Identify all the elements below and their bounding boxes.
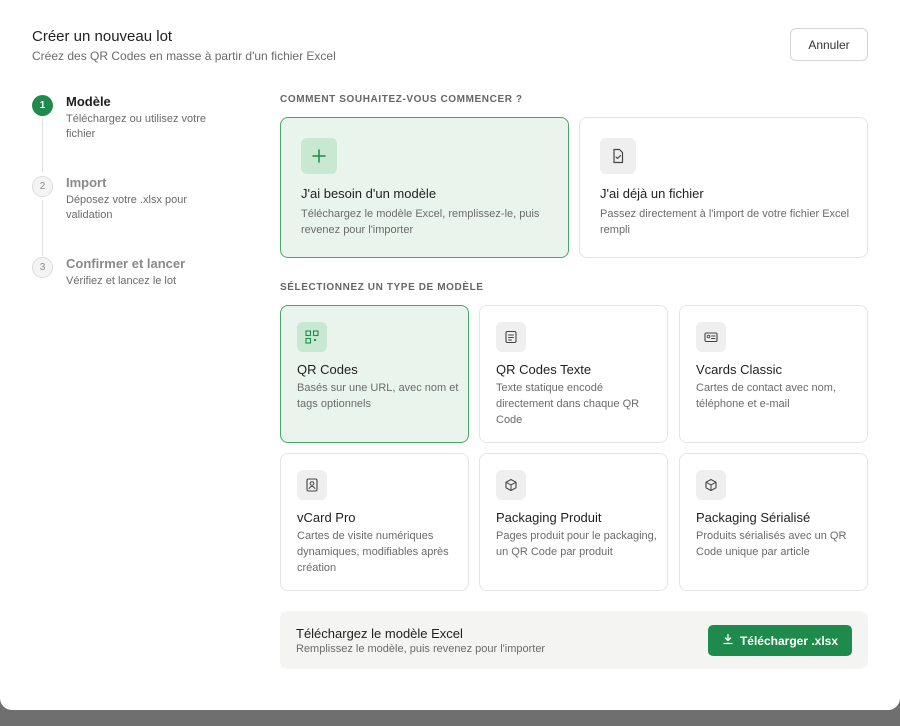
modal-subtitle: Créez des QR Codes en masse à partir d'u…	[32, 49, 336, 63]
download-template-panel: Téléchargez le modèle Excel Remplissez l…	[280, 611, 868, 669]
download-xlsx-button[interactable]: Télécharger .xlsx	[708, 625, 852, 656]
option-title: J'ai déjà un fichier	[600, 186, 704, 201]
download-subtitle: Remplissez le modèle, puis revenez pour …	[296, 643, 546, 655]
step-description: Déposez votre .xlsx pour validation	[66, 194, 188, 221]
type-vcard-pro[interactable]: vCard Pro Cartes de visite numériques dy…	[280, 453, 469, 591]
option-have-file[interactable]: J'ai déjà un fichier Passez directement …	[579, 117, 868, 258]
type-title: QR Codes	[297, 362, 358, 377]
type-qr-codes[interactable]: QR Codes Basés sur une URL, avec nom et …	[280, 305, 469, 443]
step-confirm[interactable]: 3 Confirmer et lancer Vérifiez et lancez…	[32, 256, 236, 289]
step-title: Modèle	[66, 94, 111, 109]
step-model[interactable]: 1 Modèle Téléchargez ou utilisez votre f…	[32, 94, 236, 142]
file-check-icon	[600, 138, 636, 174]
modal-title: Créer un nouveau lot	[32, 28, 173, 45]
cancel-button[interactable]: Annuler	[790, 28, 868, 61]
step-title: Import	[66, 175, 107, 190]
user-badge-icon	[297, 470, 327, 500]
step-import[interactable]: 2 Import Déposez votre .xlsx pour valida…	[32, 175, 236, 223]
plus-icon	[301, 138, 337, 174]
download-button-label: Télécharger .xlsx	[739, 633, 839, 648]
download-title: Téléchargez le modèle Excel	[296, 626, 463, 641]
type-title: vCard Pro	[297, 510, 356, 525]
start-section-label: COMMENT SOUHAITEZ-VOUS COMMENCER ?	[280, 94, 523, 105]
type-vcards-classic[interactable]: Vcards Classic Cartes de contact avec no…	[679, 305, 868, 443]
step-description: Téléchargez ou utilisez votre fichier	[66, 113, 207, 140]
option-description: Téléchargez le modèle Excel, remplissez-…	[301, 208, 540, 236]
download-icon	[722, 633, 734, 648]
type-packaging-serialized[interactable]: Packaging Sérialisé Produits sérialisés …	[679, 453, 868, 591]
step-title: Confirmer et lancer	[66, 256, 186, 271]
package-serial-icon	[696, 470, 726, 500]
type-description: Produits sérialisés avec un QR Code uniq…	[696, 530, 847, 558]
type-description: Cartes de contact avec nom, téléphone et…	[696, 382, 837, 410]
create-batch-modal: Créer un nouveau lot Créez des QR Codes …	[0, 0, 900, 710]
package-icon	[496, 470, 526, 500]
type-qr-codes-text[interactable]: QR Codes Texte Texte statique encodé dir…	[479, 305, 668, 443]
step-number: 3	[32, 257, 53, 278]
type-title: Vcards Classic	[696, 362, 782, 377]
option-need-template[interactable]: J'ai besoin d'un modèle Téléchargez le m…	[280, 117, 569, 258]
types-section-label: SÉLECTIONNEZ UN TYPE DE MODÈLE	[280, 282, 484, 293]
option-description: Passez directement à l'import de votre f…	[600, 208, 850, 236]
qr-code-icon	[297, 322, 327, 352]
step-description: Vérifiez et lancez le lot	[66, 275, 177, 287]
type-title: Packaging Produit	[496, 510, 602, 525]
text-document-icon	[496, 322, 526, 352]
type-description: Texte statique encodé directement dans c…	[496, 382, 640, 426]
type-packaging-product[interactable]: Packaging Produit Pages produit pour le …	[479, 453, 668, 591]
type-title: Packaging Sérialisé	[696, 510, 811, 525]
type-description: Basés sur une URL, avec nom et tags opti…	[297, 382, 459, 410]
modal-header: Créer un nouveau lot Créez des QR Codes …	[32, 28, 336, 64]
step-number: 1	[32, 95, 53, 116]
type-title: QR Codes Texte	[496, 362, 592, 377]
type-description: Cartes de visite numériques dynamiques, …	[297, 530, 449, 574]
type-description: Pages produit pour le packaging, un QR C…	[496, 530, 657, 558]
option-title: J'ai besoin d'un modèle	[301, 186, 437, 201]
step-number: 2	[32, 176, 53, 197]
contact-card-icon	[696, 322, 726, 352]
